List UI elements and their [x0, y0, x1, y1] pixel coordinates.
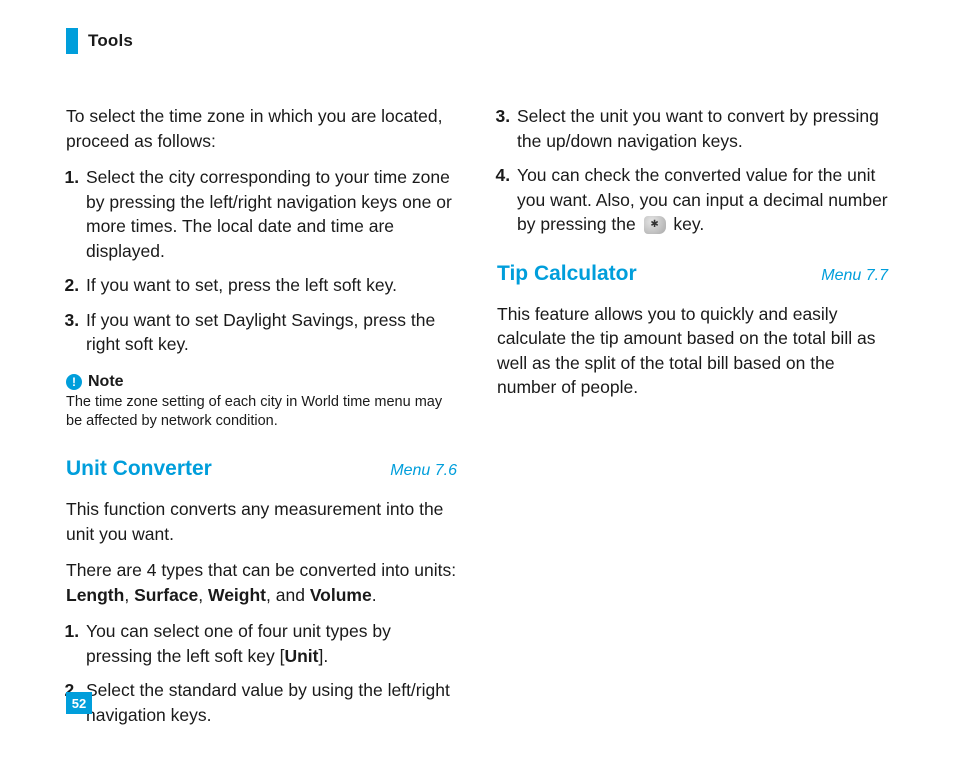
unit-step-1: You can select one of four unit types by… — [84, 619, 457, 668]
types-pre: There are 4 types that can be converted … — [66, 560, 456, 580]
tip-calculator-menu-ref: Menu 7.7 — [821, 265, 888, 287]
right-column: Select the unit you want to convert by p… — [497, 104, 888, 741]
unit-converter-heading: Unit Converter Menu 7.6 — [66, 454, 457, 483]
unit-step4-post: key. — [669, 214, 705, 234]
unit-converter-menu-ref: Menu 7.6 — [390, 460, 457, 482]
tip-calculator-body: This feature allows you to quickly and e… — [497, 302, 888, 400]
section-header: Tools — [66, 28, 888, 54]
manual-page: Tools To select the time zone in which y… — [0, 0, 954, 761]
unit-step1-post: ]. — [318, 646, 328, 666]
tip-calculator-title: Tip Calculator — [497, 259, 637, 288]
types-bold: Length — [66, 585, 124, 605]
note-label: Note — [88, 371, 124, 393]
unit-step1-bold: Unit — [284, 646, 318, 666]
unit-converter-title: Unit Converter — [66, 454, 212, 483]
note-header: ! Note — [66, 371, 457, 393]
unit-step-4: You can check the converted value for th… — [515, 163, 888, 237]
two-column-layout: To select the time zone in which you are… — [66, 104, 888, 741]
unit-step-3: Select the unit you want to convert by p… — [515, 104, 888, 153]
section-title: Tools — [88, 31, 133, 51]
star-key-icon: ✱ — [644, 216, 666, 234]
info-icon: ! — [66, 374, 82, 390]
types-post: . — [372, 585, 377, 605]
unit-converter-steps-cont: Select the unit you want to convert by p… — [497, 104, 888, 237]
unit-step1-pre: You can select one of four unit types by… — [86, 621, 391, 666]
timezone-step-3: If you want to set Daylight Savings, pre… — [84, 308, 457, 357]
left-column: To select the time zone in which you are… — [66, 104, 457, 741]
unit-converter-types: There are 4 types that can be converted … — [66, 558, 457, 607]
unit-converter-steps: You can select one of four unit types by… — [66, 619, 457, 727]
timezone-step-1: Select the city corresponding to your ti… — [84, 165, 457, 263]
unit-step-2: Select the standard value by using the l… — [84, 678, 457, 727]
tip-calculator-heading: Tip Calculator Menu 7.7 — [497, 259, 888, 288]
unit-converter-desc: This function converts any measurement i… — [66, 497, 457, 546]
page-number: 52 — [66, 692, 92, 714]
note-body: The time zone setting of each city in Wo… — [66, 393, 457, 432]
timezone-intro: To select the time zone in which you are… — [66, 104, 457, 153]
accent-bar — [66, 28, 78, 54]
timezone-step-2: If you want to set, press the left soft … — [84, 273, 457, 298]
timezone-steps: Select the city corresponding to your ti… — [66, 165, 457, 357]
